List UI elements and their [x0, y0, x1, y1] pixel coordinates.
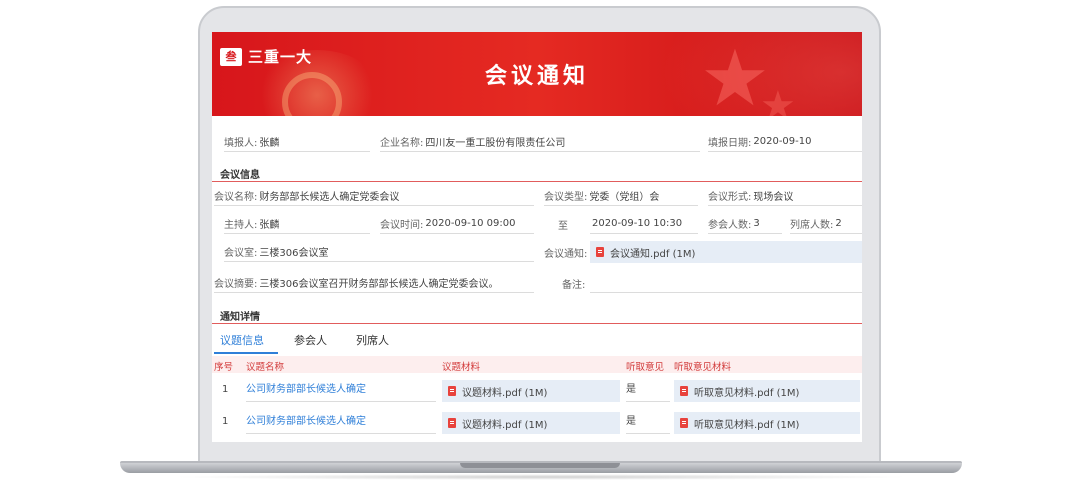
reporter-label: 填报人: — [224, 138, 258, 149]
meeting-row-2: 主持人: 张麟 会议时间: 2020-09-10 09:00 至 2020-09… — [212, 214, 862, 234]
reporter-field[interactable]: 填报人: 张麟 — [224, 132, 370, 152]
meeting-time-start: 2020-09-10 09:00 — [425, 218, 516, 229]
row-num: 1 — [222, 384, 229, 395]
meeting-row-1: 会议名称: 财务部部长候选人确定党委会议 会议类型: 党委（党组）会 会议形式:… — [212, 186, 862, 206]
topic-material-file: 议题材料.pdf (1M) — [462, 419, 548, 431]
meeting-type-field[interactable]: 会议类型: 党委（党组）会 — [544, 186, 698, 206]
topic-material-attachment[interactable]: 议题材料.pdf (1M) — [442, 412, 620, 434]
remark-label-wrap: 备注: — [562, 273, 590, 293]
column-header-topic-name: 议题名称 — [246, 362, 285, 373]
column-header-opinion: 听取意见 — [626, 362, 665, 373]
pdf-icon — [448, 386, 456, 396]
meeting-name-value: 财务部部长候选人确定党委会议 — [259, 192, 400, 203]
pdf-icon — [680, 418, 688, 428]
tab-topic-info[interactable]: 议题信息 — [214, 332, 278, 354]
meeting-notice-attachment[interactable]: 会议通知.pdf (1M) — [590, 241, 862, 263]
topic-name-link[interactable]: 公司财务部部长候选人确定 — [246, 412, 436, 434]
observers-count-field[interactable]: 列席人数: 2 — [790, 214, 862, 234]
topic-material-attachment[interactable]: 议题材料.pdf (1M) — [442, 380, 620, 402]
pdf-icon — [680, 386, 688, 396]
reporter-value: 张麟 — [259, 138, 280, 149]
company-value: 四川友一重工股份有限责任公司 — [425, 138, 566, 149]
company-label: 企业名称: — [380, 138, 424, 149]
meeting-type-value: 党委（党组）会 — [589, 192, 660, 203]
meeting-type-label: 会议类型: — [544, 192, 588, 203]
meeting-room-label: 会议室: — [224, 248, 258, 259]
host-field[interactable]: 主持人: 张麟 — [224, 214, 370, 234]
notice-details-section: 通知详情 — [212, 308, 862, 324]
table-header: 序号 议题名称 议题材料 听取意见 听取意见材料 — [212, 356, 862, 373]
meeting-form-field[interactable]: 会议形式: 现场会议 — [708, 186, 862, 206]
host-label: 主持人: — [224, 220, 258, 231]
opinion-material-attachment[interactable]: 听取意见材料.pdf (1M) — [674, 412, 860, 434]
topic-name-link[interactable]: 公司财务部部长候选人确定 — [246, 380, 436, 402]
observers-label: 列席人数: — [790, 220, 834, 231]
column-header-num: 序号 — [214, 362, 234, 373]
meeting-room-field[interactable]: 会议室: 三楼306会议室 — [224, 242, 534, 262]
meeting-time-end: 2020-09-10 10:30 — [592, 218, 683, 229]
company-field[interactable]: 企业名称: 四川友一重工股份有限责任公司 — [380, 132, 700, 152]
detail-tabs: 议题信息 参会人 列席人 — [212, 332, 862, 354]
row-num: 1 — [222, 416, 229, 427]
opinion-value: 是 — [626, 412, 670, 434]
pdf-icon — [596, 247, 604, 257]
header-row: 填报人: 张麟 企业名称: 四川友一重工股份有限责任公司 填报日期: 2020-… — [212, 132, 862, 152]
remark-label: 备注: — [562, 279, 586, 291]
tab-attendees[interactable]: 参会人 — [294, 332, 327, 354]
report-date-value: 2020-09-10 — [753, 136, 812, 147]
banner: ★ ★ 叁 三重一大 会议通知 — [212, 32, 862, 116]
remark-input[interactable] — [590, 273, 862, 293]
opinion-material-file: 听取意见材料.pdf (1M) — [694, 419, 800, 431]
meeting-form-value: 现场会议 — [753, 192, 794, 203]
observers-value: 2 — [835, 218, 842, 229]
attendees-count-field[interactable]: 参会人数: 3 — [708, 214, 782, 234]
meeting-notice-label: 会议通知: — [544, 248, 588, 260]
small-star-icon: ★ — [760, 83, 796, 116]
laptop-notch — [460, 463, 620, 468]
tab-observers[interactable]: 列席人 — [356, 332, 389, 354]
opinion-value: 是 — [626, 380, 670, 402]
topic-material-file: 议题材料.pdf (1M) — [462, 387, 548, 399]
table-row: 1 公司财务部部长候选人确定 议题材料.pdf (1M) 是 听取意见材料.pd… — [212, 410, 862, 436]
screen: ★ ★ 叁 三重一大 会议通知 填报人: 张麟 企业名称: 四川友一重工股份有限… — [212, 32, 862, 442]
report-date-label: 填报日期: — [708, 138, 752, 149]
page-title: 会议通知 — [484, 64, 589, 89]
laptop-shadow — [170, 474, 912, 480]
meeting-name-label: 会议名称: — [214, 192, 258, 203]
opinion-material-file: 听取意见材料.pdf (1M) — [694, 387, 800, 399]
attendees-value: 3 — [753, 218, 760, 229]
pdf-icon — [448, 418, 456, 428]
attendees-label: 参会人数: — [708, 220, 752, 231]
meeting-summary-label: 会议摘要: — [214, 279, 258, 290]
meeting-time-end-field[interactable]: 2020-09-10 10:30 — [590, 214, 698, 234]
column-header-opinion-material: 听取意见材料 — [674, 362, 732, 373]
meeting-time-label: 会议时间: — [380, 220, 424, 231]
meeting-info-section: 会议信息 — [212, 166, 862, 182]
table-row: 1 公司财务部部长候选人确定 议题材料.pdf (1M) 是 听取意见材料.pd… — [212, 378, 862, 404]
column-header-topic-material: 议题材料 — [442, 362, 481, 373]
meeting-summary-field[interactable]: 会议摘要: 三楼306会议室召开财务部部长候选人确定党委会议。 — [214, 273, 534, 293]
meeting-row-4: 会议摘要: 三楼306会议室召开财务部部长候选人确定党委会议。 备注: — [212, 273, 862, 293]
opinion-material-attachment[interactable]: 听取意见材料.pdf (1M) — [674, 380, 860, 402]
report-date-field[interactable]: 填报日期: 2020-09-10 — [708, 132, 862, 152]
meeting-form-label: 会议形式: — [708, 192, 752, 203]
meeting-time-start-field[interactable]: 会议时间: 2020-09-10 09:00 — [380, 214, 534, 234]
meeting-notice-label-wrap: 会议通知: — [544, 242, 592, 262]
time-to-label: 至 — [558, 220, 568, 232]
meeting-notice-file: 会议通知.pdf (1M) — [610, 248, 696, 260]
host-value: 张麟 — [259, 220, 280, 231]
meeting-room-value: 三楼306会议室 — [259, 248, 329, 259]
meeting-name-field[interactable]: 会议名称: 财务部部长候选人确定党委会议 — [214, 186, 534, 206]
meeting-summary-value: 三楼306会议室召开财务部部长候选人确定党委会议。 — [259, 279, 499, 290]
